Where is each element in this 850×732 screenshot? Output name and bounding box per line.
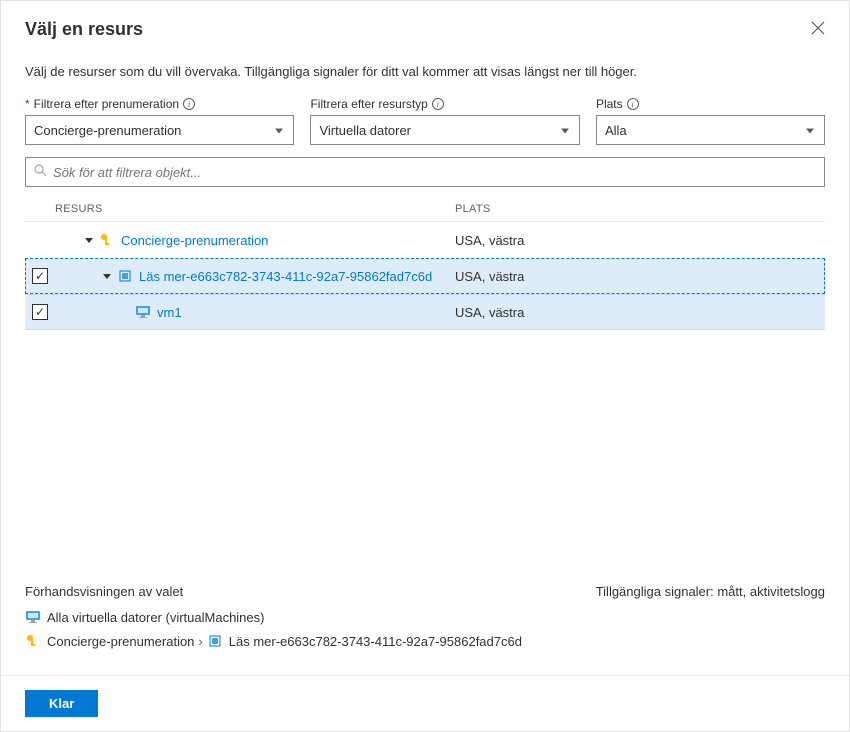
info-icon[interactable]: i xyxy=(627,98,639,110)
vm-link[interactable]: vm1 xyxy=(157,305,182,320)
preview-all-vms: Alla virtuella datorer (virtualMachines) xyxy=(25,609,825,625)
resourcetype-filter-label: Filtrera efter resurstyp i xyxy=(310,97,579,111)
column-location: Plats xyxy=(455,203,825,215)
vm-icon xyxy=(135,304,151,320)
done-button[interactable]: Klar xyxy=(25,690,98,717)
close-button[interactable] xyxy=(807,15,829,44)
location-filter-label: Plats i xyxy=(596,97,825,111)
preview-breadcrumb: Concierge-prenumeration › Läs mer-e663c7… xyxy=(25,633,825,649)
vm-icon xyxy=(25,609,41,625)
location-cell: USA, västra xyxy=(455,269,813,284)
tree-row-subscription[interactable]: Concierge-prenumeration USA, västra xyxy=(25,222,825,258)
key-icon xyxy=(25,633,41,649)
description-text: Välj de resurser som du vill övervaka. T… xyxy=(25,64,825,79)
checkbox[interactable]: ✓ xyxy=(32,268,48,284)
info-icon[interactable]: i xyxy=(183,98,195,110)
location-cell: USA, västra xyxy=(455,233,813,248)
resource-group-icon xyxy=(207,633,223,649)
close-icon xyxy=(811,21,825,35)
tree-row-resourcegroup[interactable]: ✓ Läs mer-e663c782-3743-411c-92a7-95862f… xyxy=(25,258,825,294)
preview-title: Förhandsvisningen av valet xyxy=(25,584,183,599)
available-signals: Tillgängliga signaler: mått, aktivitetsl… xyxy=(596,584,825,599)
subscription-filter-label: * Filtrera efter prenumeration i xyxy=(25,97,294,111)
location-cell: USA, västra xyxy=(455,305,813,320)
subscription-link[interactable]: Concierge-prenumeration xyxy=(121,233,268,248)
preview-section: Förhandsvisningen av valet Tillgängliga … xyxy=(25,584,825,657)
subscription-dropdown[interactable]: Concierge-prenumeration xyxy=(25,115,294,145)
search-box[interactable] xyxy=(25,157,825,187)
search-icon xyxy=(34,164,47,180)
info-icon[interactable]: i xyxy=(432,98,444,110)
resourcegroup-link[interactable]: Läs mer-e663c782-3743-411c-92a7-95862fad… xyxy=(139,269,432,284)
location-dropdown[interactable]: Alla xyxy=(596,115,825,145)
chevron-down-icon[interactable] xyxy=(103,274,111,279)
chevron-right-icon: › xyxy=(198,634,202,649)
panel-title: Välj en resurs xyxy=(25,19,143,40)
filter-row: * Filtrera efter prenumeration i Concier… xyxy=(25,97,825,145)
search-input[interactable] xyxy=(53,165,816,180)
resourcetype-dropdown[interactable]: Virtuella datorer xyxy=(310,115,579,145)
chevron-down-icon[interactable] xyxy=(85,238,93,243)
checkbox[interactable]: ✓ xyxy=(32,304,48,320)
table-header: Resurs Plats xyxy=(25,197,825,222)
tree-row-vm[interactable]: ✓ vm1 USA, västra xyxy=(25,294,825,330)
footer: Klar xyxy=(1,675,849,731)
column-resource: Resurs xyxy=(55,203,455,215)
resource-group-icon xyxy=(117,268,133,284)
key-icon xyxy=(99,232,115,248)
